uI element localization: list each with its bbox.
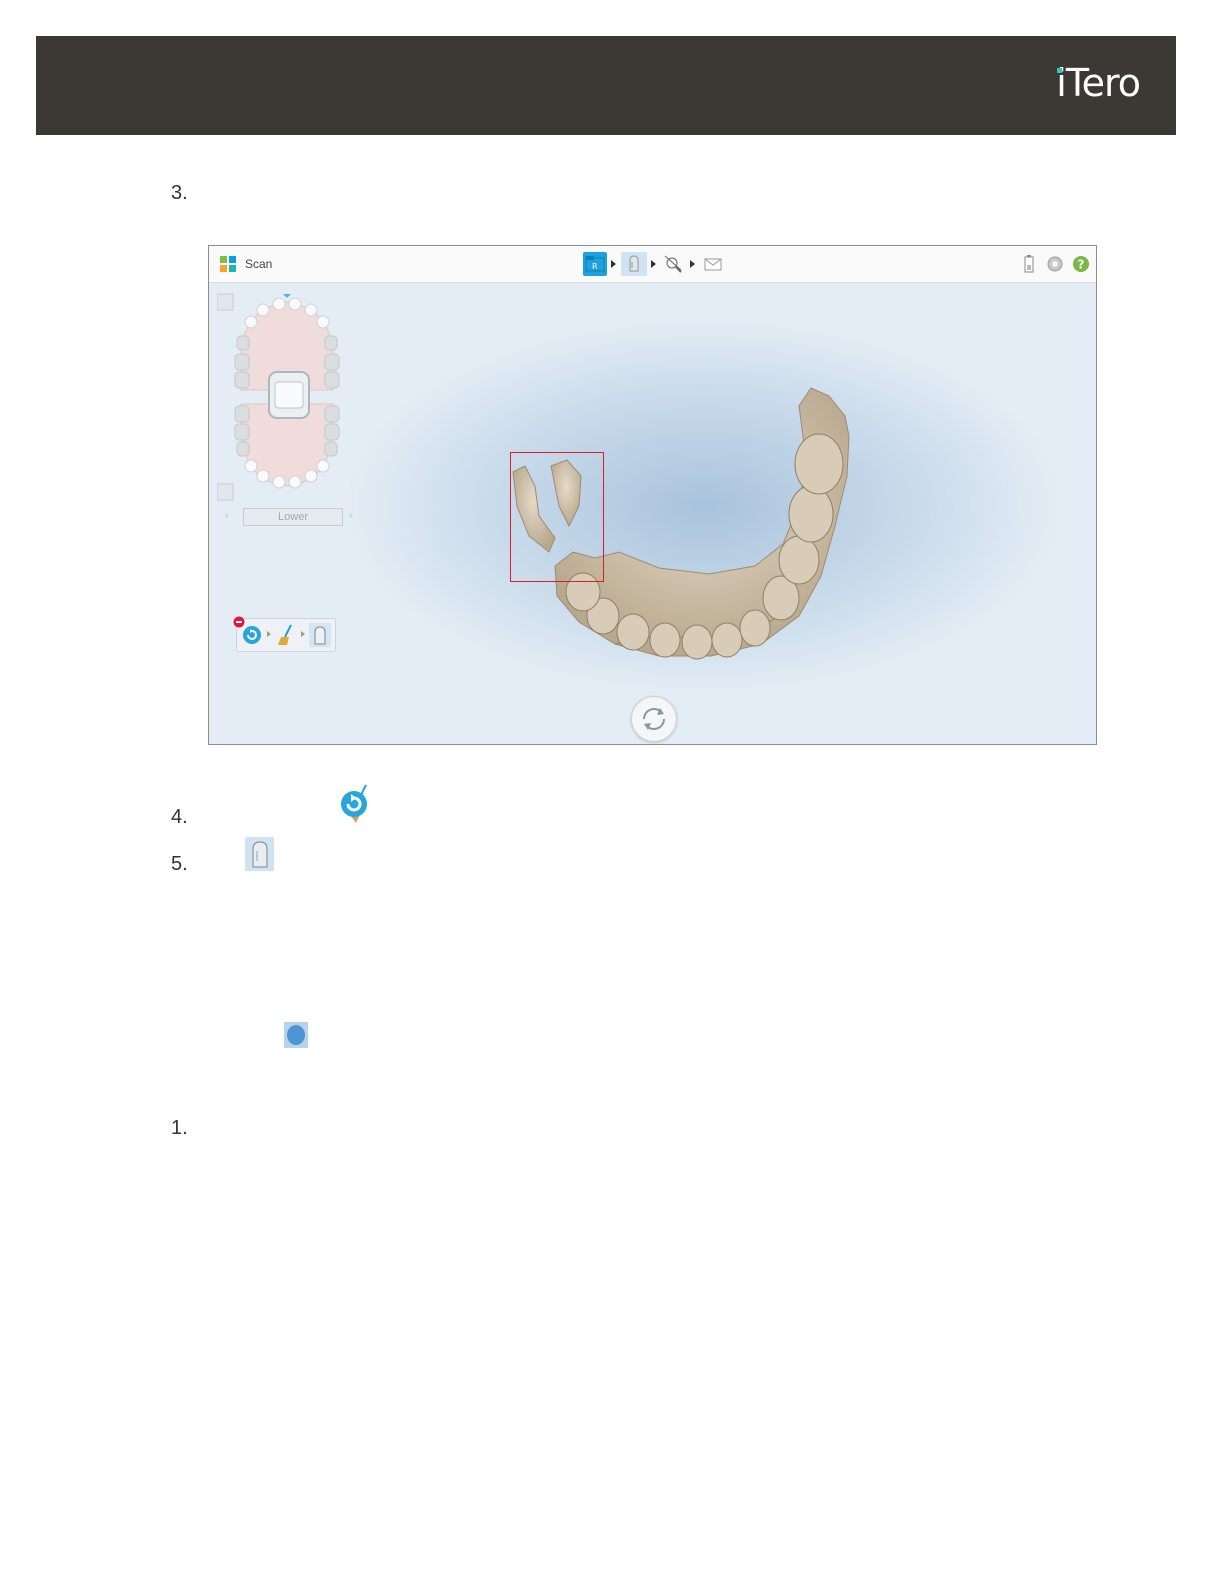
rx-folder-icon[interactable]: R [583,252,607,276]
jaw-selector-label: Lower [243,508,343,526]
step-number-1: 1. [171,1117,188,1139]
help-icon[interactable]: ? [1072,255,1090,278]
step-number-5: 5. [171,853,188,875]
brand-logo-text: iTero [1056,61,1141,105]
next-jaw-chevron-icon[interactable]: › [349,510,352,521]
upper-view-icon [216,293,234,311]
flow-arrow [651,260,656,268]
scan-tool-strip [233,616,336,652]
app-menu-icon[interactable] [220,256,236,272]
step-number-3: 3. [171,182,188,204]
brand-logo-dot [1057,68,1063,73]
tool-arrow [267,631,271,637]
lower-view-icon [216,483,234,501]
document-header: iTero [36,36,1176,135]
rotate-view-button[interactable] [631,696,677,742]
highlight-missing-area-box [510,452,604,582]
tool-arrow [301,631,305,637]
undo-tool-icon [338,783,372,828]
settings-gear-icon[interactable] [1046,255,1064,278]
scan-tooth-icon [245,837,274,871]
battery-icon [1024,255,1034,278]
flow-arrow [611,260,616,268]
brand-logo: iTero [1056,61,1141,105]
jaw-selector[interactable]: ‹ Lower › [221,508,353,526]
eraser-blob-icon [284,1022,308,1053]
scan-tooth-icon[interactable] [309,623,331,647]
prev-jaw-chevron-icon[interactable]: ‹ [225,510,228,521]
svg-text:?: ? [1078,258,1085,272]
app-title: Scan [245,257,273,271]
step-number-4: 4. [171,806,188,828]
jaw-arch-panel[interactable] [216,292,357,502]
scan-icon[interactable] [621,252,647,276]
view-tools-icon[interactable] [661,252,685,276]
flow-arrow [690,260,695,268]
clean-brush-icon[interactable] [275,623,297,652]
rotate-icon [643,708,665,730]
undo-remove-icon[interactable] [241,624,263,651]
send-envelope-icon[interactable] [701,252,725,276]
app-toolbar: Scan R ? [209,246,1096,283]
svg-text:R: R [592,262,598,271]
scan-screenshot: Scan R ? ‹ Lower › [208,245,1097,745]
